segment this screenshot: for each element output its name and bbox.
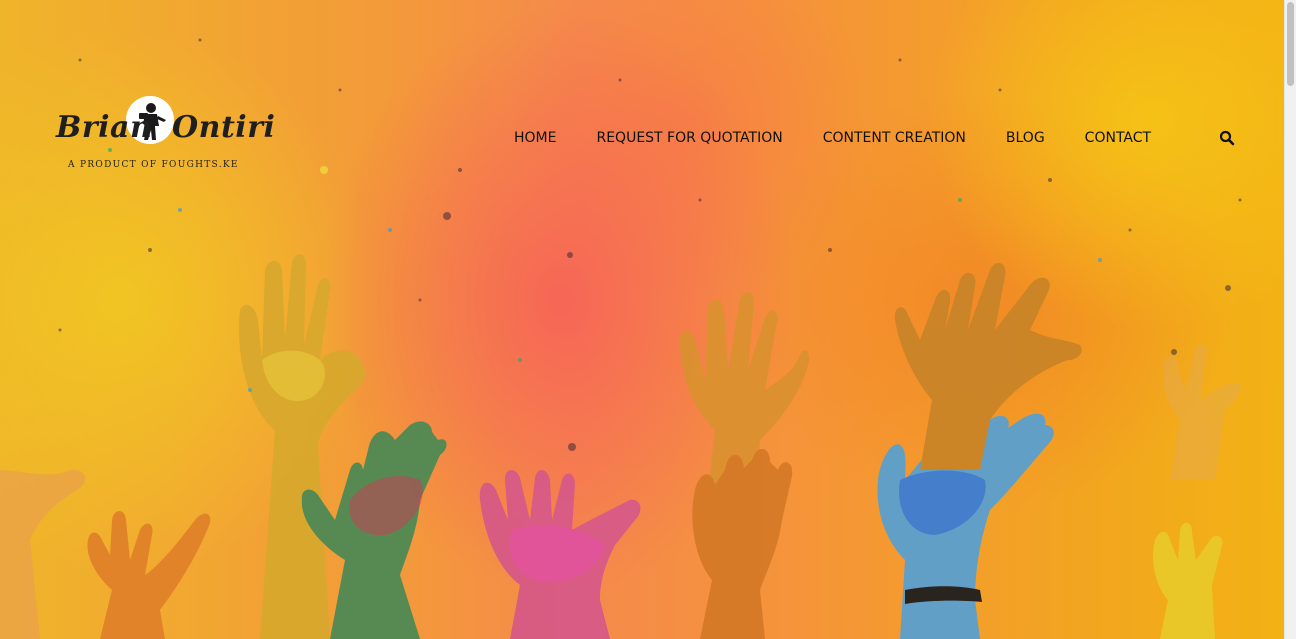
logo-first-name: Brian	[56, 110, 153, 145]
logo-tagline: A PRODUCT OF FOUGHTS.KE	[68, 160, 239, 170]
search-icon[interactable]	[1219, 130, 1235, 146]
logo-last-name: Ontiri	[172, 110, 276, 145]
nav-blog[interactable]: BLOG	[1006, 128, 1045, 148]
scrollbar-thumb[interactable]	[1287, 2, 1294, 86]
site-logo[interactable]: Brian Ontiri A PRODUCT OF FOUGHTS.KE	[54, 96, 275, 174]
nav-contact[interactable]: CONTACT	[1085, 128, 1151, 148]
page-scrollbar[interactable]	[1284, 0, 1296, 639]
page: Brian Ontiri A PRODUCT OF FOUGHTS.KE HOM…	[0, 0, 1296, 639]
nav-home[interactable]: HOME	[514, 128, 556, 148]
main-navigation: HOME REQUEST FOR QUOTATION CONTENT CREAT…	[514, 128, 1151, 148]
nav-content-creation[interactable]: CONTENT CREATION	[823, 128, 966, 148]
nav-request-for-quotation[interactable]: REQUEST FOR QUOTATION	[596, 128, 782, 148]
